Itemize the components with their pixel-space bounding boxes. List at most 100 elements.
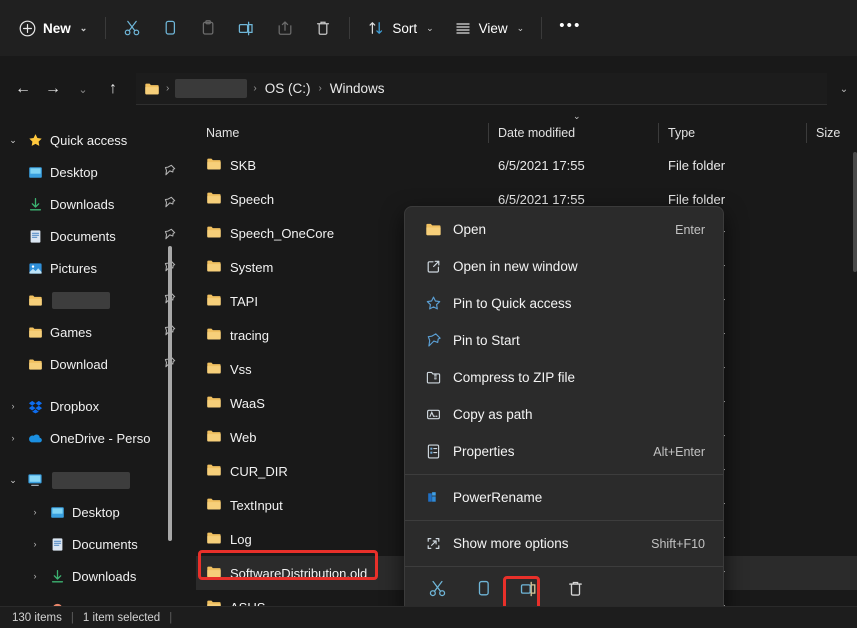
column-header-size[interactable]: Size <box>806 118 856 148</box>
back-button[interactable]: ← <box>8 74 38 104</box>
thispc-icon <box>24 472 46 488</box>
column-header-type[interactable]: Type <box>658 118 806 148</box>
powerrename-icon <box>421 489 445 506</box>
sidebar-item-this-pc[interactable]: ⌄ <box>2 464 184 496</box>
column-header-date-modified[interactable]: ⌄ Date modified <box>488 118 658 148</box>
folder-icon <box>24 293 46 308</box>
context-menu-item-properties[interactable]: Properties Alt+Enter <box>409 433 719 470</box>
folder-icon <box>421 221 445 238</box>
context-cut-button[interactable] <box>419 574 455 608</box>
breadcrumb-separator: › <box>316 83 323 94</box>
folder-icon <box>206 258 222 277</box>
cell-name: SKB <box>196 156 488 175</box>
share-button[interactable] <box>266 11 304 45</box>
context-menu-item-accelerator: Shift+F10 <box>651 537 705 551</box>
sidebar-item-downloads-thispc[interactable]: › Downloads <box>2 560 184 592</box>
context-menu-item-powerrename[interactable]: PowerRename <box>409 479 719 516</box>
context-rename-button[interactable] <box>511 574 547 608</box>
context-menu-item-compress-to-zip[interactable]: Compress to ZIP file <box>409 359 719 396</box>
context-menu-item-pin-to-start[interactable]: Pin to Start <box>409 322 719 359</box>
column-header-name[interactable]: Name <box>196 118 488 148</box>
file-list-scrollbar[interactable] <box>853 152 857 272</box>
cut-button[interactable] <box>113 11 151 45</box>
sidebar-item-documents-thispc[interactable]: › Documents <box>2 528 184 560</box>
context-menu-item-label: Properties <box>453 444 515 459</box>
recent-locations-button[interactable]: ⌄ <box>68 74 98 104</box>
up-button[interactable]: ↑ <box>98 74 128 104</box>
copy-button[interactable] <box>151 11 189 45</box>
document-icon <box>24 229 46 244</box>
context-menu-item-open[interactable]: Open Enter <box>409 211 719 248</box>
folder-icon <box>206 360 222 379</box>
download-icon <box>24 197 46 212</box>
paste-button[interactable] <box>189 11 227 45</box>
file-name: Log <box>230 532 252 547</box>
breadcrumb-item-os-c[interactable]: OS (C:) <box>259 78 317 99</box>
sidebar-item-redacted-folder[interactable] <box>2 284 184 316</box>
hamburger-icon <box>454 19 472 37</box>
chevron-right-icon[interactable]: › <box>2 401 24 411</box>
sidebar-item-label: Download <box>50 357 108 372</box>
sort-button[interactable]: Sort ⌄ <box>357 11 443 45</box>
sidebar-item-download[interactable]: Download <box>2 348 184 380</box>
chevron-down-icon[interactable]: ⌄ <box>2 475 24 486</box>
context-menu-item-pin-to-quick-access[interactable]: Pin to Quick access <box>409 285 719 322</box>
new-button[interactable]: New ⌄ <box>10 11 98 45</box>
breadcrumb[interactable]: › › OS (C:) › Windows <box>136 73 827 105</box>
status-separator: | <box>71 612 74 624</box>
chevron-right-icon[interactable]: › <box>24 539 46 549</box>
file-name: tracing <box>230 328 269 343</box>
file-name: SoftwareDistribution.old <box>230 566 367 581</box>
toolbar-divider-2 <box>349 17 350 39</box>
sidebar-item-downloads-quick[interactable]: Downloads <box>2 188 184 220</box>
chevron-right-icon[interactable]: › <box>2 433 24 443</box>
sidebar-item-desktop-thispc[interactable]: › Desktop <box>2 496 184 528</box>
rename-button[interactable] <box>227 11 266 45</box>
forward-button[interactable]: → <box>38 74 68 104</box>
sidebar-scrollbar[interactable] <box>168 246 172 541</box>
sidebar-item-label: Games <box>50 325 92 340</box>
rename-icon <box>519 579 539 604</box>
context-menu-separator <box>405 474 723 475</box>
sidebar-item-onedrive[interactable]: › OneDrive - Perso <box>2 422 184 454</box>
sidebar-item-dropbox[interactable]: › Dropbox <box>2 390 184 422</box>
context-copy-button[interactable] <box>465 574 501 608</box>
chevron-down-icon[interactable]: ⌄ <box>831 74 857 104</box>
pin-icon[interactable] <box>163 228 176 244</box>
folder-icon <box>206 564 222 583</box>
navigation-pane[interactable]: ⌄ Quick access Desktop Downloads <box>0 118 190 614</box>
context-menu-item-open-in-new-window[interactable]: Open in new window <box>409 248 719 285</box>
sidebar-item-label-redacted <box>52 472 130 489</box>
pin-icon[interactable] <box>163 164 176 180</box>
sidebar-item-games[interactable]: Games <box>2 316 184 348</box>
chevron-down-icon: ⌄ <box>426 23 434 34</box>
file-name: Speech <box>230 192 274 207</box>
sidebar-item-desktop-quick[interactable]: Desktop <box>2 156 184 188</box>
pin-icon[interactable] <box>163 196 176 212</box>
table-row[interactable]: SKB 6/5/2021 17:55 File folder <box>196 148 857 182</box>
sort-arrows-icon <box>367 19 385 37</box>
share-icon <box>276 19 294 37</box>
copy-icon <box>161 19 179 37</box>
breadcrumb-redacted-user[interactable] <box>175 79 247 98</box>
chevron-right-icon[interactable]: › <box>24 571 46 581</box>
view-button[interactable]: View ⌄ <box>444 11 535 45</box>
delete-button[interactable] <box>304 11 342 45</box>
rename-icon <box>237 19 256 38</box>
context-menu[interactable]: Open Enter Open in new window Pin to Qui… <box>404 206 724 616</box>
see-more-button[interactable]: ••• <box>549 11 591 45</box>
sidebar-item-label: Documents <box>72 537 138 552</box>
context-delete-button[interactable] <box>557 574 593 608</box>
sidebar-item-documents-quick[interactable]: Documents <box>2 220 184 252</box>
breadcrumb-item-windows[interactable]: Windows <box>324 78 391 99</box>
context-menu-item-label: Open in new window <box>453 259 578 274</box>
context-menu-item-show-more-options[interactable]: Show more options Shift+F10 <box>409 525 719 562</box>
copy-icon <box>474 579 493 603</box>
dropbox-icon <box>24 399 46 414</box>
chevron-down-icon[interactable]: ⌄ <box>2 135 24 146</box>
breadcrumb-separator: › <box>251 83 258 94</box>
sidebar-item-quick-access[interactable]: ⌄ Quick access <box>2 124 184 156</box>
context-menu-item-copy-as-path[interactable]: Copy as path <box>409 396 719 433</box>
chevron-right-icon[interactable]: › <box>24 507 46 517</box>
sidebar-item-pictures-quick[interactable]: Pictures <box>2 252 184 284</box>
